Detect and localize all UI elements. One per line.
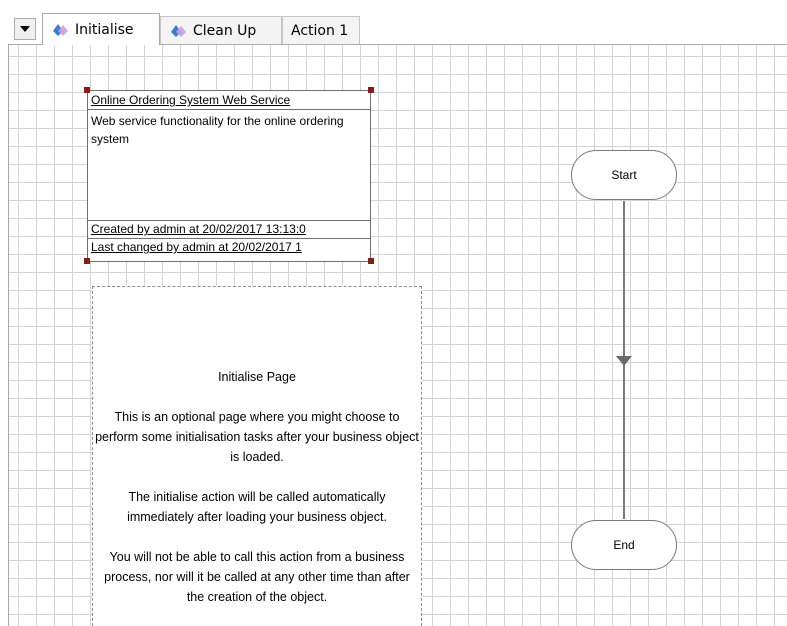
- note-stage[interactable]: Initialise Page This is an optional page…: [92, 286, 422, 626]
- tab-label: Clean Up: [193, 22, 257, 39]
- resize-handle[interactable]: [84, 258, 90, 264]
- resize-handle[interactable]: [84, 87, 90, 93]
- tab-list-dropdown-button[interactable]: [14, 18, 36, 40]
- note-paragraph: You will not be able to call this action…: [104, 550, 410, 604]
- info-box-description: Web service functionality for the online…: [91, 114, 344, 146]
- resize-handle[interactable]: [368, 258, 374, 264]
- object-icon: [171, 24, 186, 37]
- note-heading: Initialise Page: [218, 370, 296, 384]
- tab-clean-up[interactable]: Clean Up: [160, 16, 282, 44]
- tab-initialise[interactable]: Initialise: [42, 13, 160, 45]
- object-info-box[interactable]: Online Ordering System Web Service Web s…: [87, 90, 371, 262]
- tab-label: Initialise: [75, 21, 134, 38]
- tab-action-1[interactable]: Action 1: [282, 16, 360, 44]
- flow-arrow-icon: [616, 356, 632, 366]
- note-paragraph: This is an optional page where you might…: [95, 410, 419, 464]
- info-box-last-changed: Last changed by admin at 20/02/2017 1: [88, 238, 370, 256]
- tab-label: Action 1: [291, 22, 349, 39]
- object-icon: [53, 23, 68, 36]
- note-paragraph: The initialise action will be called aut…: [127, 490, 387, 524]
- start-stage[interactable]: Start: [571, 150, 677, 200]
- tab-bar: Initialise Clean Up Action 1: [0, 0, 787, 45]
- start-stage-label: Start: [611, 168, 637, 182]
- resize-handle[interactable]: [368, 87, 374, 93]
- info-box-title: Online Ordering System Web Service: [88, 91, 370, 110]
- caret-down-icon: [20, 26, 30, 32]
- end-stage[interactable]: End: [571, 520, 677, 570]
- end-stage-label: End: [613, 538, 635, 552]
- info-box-created: Created by admin at 20/02/2017 13:13:0: [88, 220, 370, 238]
